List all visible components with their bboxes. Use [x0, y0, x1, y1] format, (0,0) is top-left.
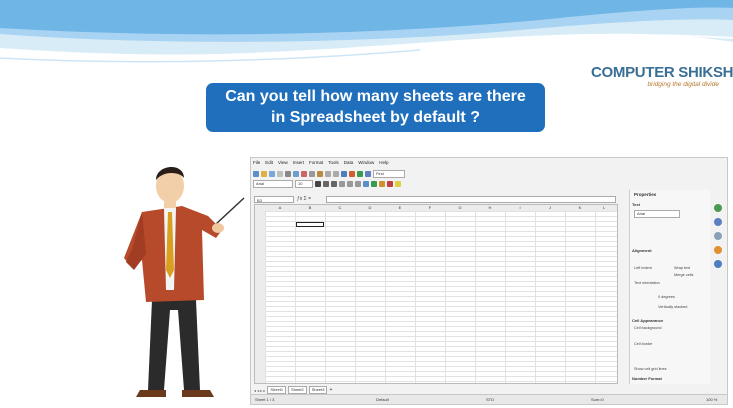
- selected-cell[interactable]: [296, 222, 324, 227]
- menu-format[interactable]: Format: [309, 160, 323, 167]
- formula-icons: ƒx Σ =: [297, 196, 312, 202]
- menu-data[interactable]: Data: [344, 160, 354, 167]
- orientation-value[interactable]: 0 degrees: [658, 295, 675, 299]
- currency-icon[interactable]: [371, 180, 377, 187]
- panel-font-box[interactable]: Arial: [634, 210, 680, 218]
- chart-icon[interactable]: [349, 170, 355, 177]
- question-banner: Can you tell how many sheets are there i…: [206, 83, 545, 132]
- image-icon[interactable]: [357, 170, 363, 177]
- new-icon[interactable]: [253, 170, 259, 177]
- copy-icon[interactable]: [309, 170, 315, 177]
- status-zoom[interactable]: 100 %: [706, 395, 717, 404]
- sidebar-deck: [711, 190, 725, 310]
- formatting-toolbar: Arial 10: [253, 179, 401, 188]
- redo-icon[interactable]: [333, 170, 339, 177]
- formula-input[interactable]: [326, 196, 616, 203]
- cut-icon[interactable]: [301, 170, 307, 177]
- label-merge-cells[interactable]: Merge cells: [674, 273, 693, 277]
- tab-sheet1[interactable]: Sheet1: [267, 386, 287, 394]
- navigator-deck-icon[interactable]: [714, 246, 722, 254]
- computer-shiksha-logo: COMPUTER SHIKSHA bridging the digital di…: [591, 64, 733, 90]
- status-lang: STD: [486, 397, 494, 402]
- panel-title: Properties: [634, 192, 657, 197]
- font-name-box[interactable]: Arial: [253, 179, 293, 188]
- sheet-tabs: ◂ ◂ ▸ ▸ Sheet1 Sheet2 Sheet3 +: [254, 386, 618, 394]
- status-style: Default: [376, 397, 389, 402]
- underline-icon[interactable]: [331, 180, 337, 187]
- functions-deck-icon[interactable]: [714, 260, 722, 268]
- spellcheck-icon[interactable]: [293, 170, 299, 177]
- tab-sheet2[interactable]: Sheet2: [288, 386, 307, 394]
- menu-bar: File Edit View Insert Format Tools Data …: [253, 160, 389, 167]
- add-sheet-icon[interactable]: +: [329, 387, 332, 393]
- question-line-1: Can you tell how many sheets are there: [225, 88, 526, 105]
- gallery-deck-icon[interactable]: [714, 232, 722, 240]
- align-right-icon[interactable]: [355, 180, 361, 187]
- presenter-illustration: [124, 166, 245, 397]
- tab-nav-arrows[interactable]: ◂ ◂ ▸ ▸: [254, 388, 265, 393]
- status-sheet: Sheet 1 / 3: [255, 397, 275, 402]
- label-show-grid-lines[interactable]: Show cell grid lines: [634, 367, 667, 371]
- section-cell-appearance[interactable]: Cell Appearance: [632, 318, 663, 323]
- section-text[interactable]: Text: [632, 202, 640, 207]
- export-icon[interactable]: [277, 170, 283, 177]
- spreadsheet-window: File Edit View Insert Format Tools Data …: [250, 157, 728, 405]
- undo-icon[interactable]: [325, 170, 331, 177]
- label-vertically-stacked[interactable]: Vertically stacked: [658, 305, 687, 309]
- label-wrap-text[interactable]: Wrap text: [674, 266, 690, 270]
- status-sum: Sum=0: [591, 397, 604, 402]
- menu-window[interactable]: Window: [358, 160, 374, 167]
- name-box[interactable]: B3: [254, 196, 294, 203]
- menu-tools[interactable]: Tools: [328, 160, 339, 167]
- open-icon[interactable]: [261, 170, 267, 177]
- italic-icon[interactable]: [323, 180, 329, 187]
- save-icon[interactable]: [269, 170, 275, 177]
- section-alignment[interactable]: Alignment: [632, 248, 652, 253]
- bold-icon[interactable]: [315, 180, 321, 187]
- question-line-2: in Spreadsheet by default ?: [271, 109, 480, 126]
- highlight-icon[interactable]: [395, 180, 401, 187]
- menu-file[interactable]: File: [253, 160, 260, 167]
- sort-icon[interactable]: [341, 170, 347, 177]
- properties-deck-icon[interactable]: [714, 204, 722, 212]
- menu-help[interactable]: Help: [379, 160, 388, 167]
- find-field[interactable]: Find: [373, 169, 405, 178]
- logo-tagline: bridging the digital divide: [647, 81, 719, 88]
- logo-name: COMPUTER SHIKSHA: [591, 64, 733, 81]
- font-color-icon[interactable]: [387, 180, 393, 187]
- status-bar: Sheet 1 / 3 Default STD Sum=0 100 %: [251, 394, 727, 404]
- label-cell-background: Cell background: [634, 326, 662, 330]
- align-left-icon[interactable]: [339, 180, 345, 187]
- menu-insert[interactable]: Insert: [293, 160, 304, 167]
- properties-panel: Properties Text Arial Alignment Left ind…: [629, 190, 710, 384]
- styles-deck-icon[interactable]: [714, 218, 722, 226]
- menu-edit[interactable]: Edit: [265, 160, 273, 167]
- standard-toolbar: Find: [253, 169, 405, 178]
- label-text-orientation: Text orientation: [634, 281, 660, 285]
- label-left-indent: Left indent: [634, 266, 652, 270]
- print-icon[interactable]: [285, 170, 291, 177]
- tab-sheet3[interactable]: Sheet3: [308, 386, 328, 394]
- grid-lines: [265, 211, 617, 383]
- menu-view[interactable]: View: [278, 160, 288, 167]
- font-size-box[interactable]: 10: [295, 179, 313, 188]
- navigator-icon[interactable]: [365, 170, 371, 177]
- align-center-icon[interactable]: [347, 180, 353, 187]
- label-cell-border: Cell border: [634, 342, 653, 346]
- section-number-format[interactable]: Number Format: [632, 376, 662, 381]
- cell-grid[interactable]: A B C D E F G H I J K L: [254, 204, 618, 384]
- paste-icon[interactable]: [317, 170, 323, 177]
- percent-icon[interactable]: [379, 180, 385, 187]
- merge-icon[interactable]: [363, 180, 369, 187]
